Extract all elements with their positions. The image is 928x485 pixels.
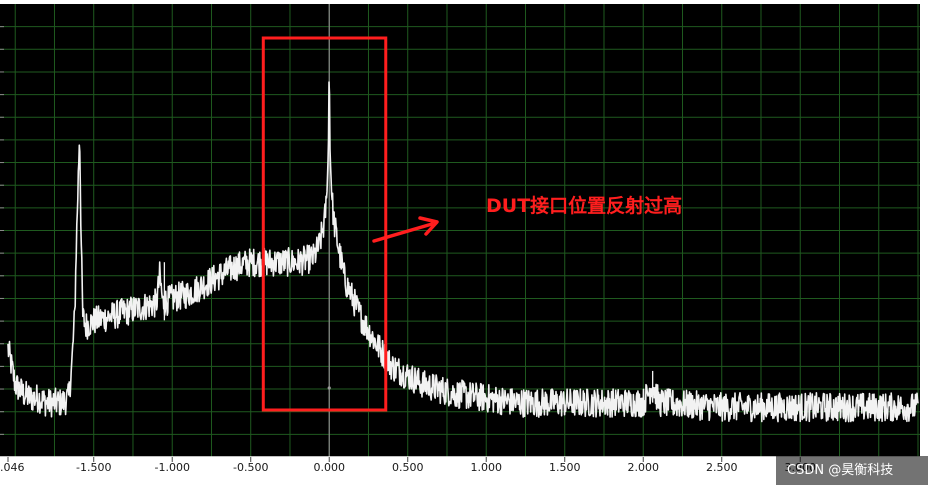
annotation-label: DUT接口位置反射过高 [486, 194, 682, 217]
x-tick-label: 2.000 [627, 461, 659, 474]
x-tick-label: 1.000 [470, 461, 502, 474]
chart-root: DUT接口位置反射过高 .046 -1.500 -1.000 -0.500 0.000 0… [0, 0, 928, 485]
x-tick-label: -1.500 [76, 461, 111, 474]
x-tick-label: -0.500 [233, 461, 268, 474]
x-tick-label: 2.500 [706, 461, 738, 474]
watermark-text: CSDN @昊衡科技 [787, 463, 893, 478]
center-dot [327, 386, 331, 390]
spectrum-chart: DUT接口位置反射过高 .046 -1.500 -1.000 -0.500 0.000 0… [0, 0, 928, 485]
x-tick-label: .046 [0, 461, 25, 474]
x-tick-label: 1.500 [549, 461, 581, 474]
x-tick-label: 0.500 [392, 461, 424, 474]
watermark: CSDN @昊衡科技 [776, 456, 928, 485]
x-tick-label: 0.000 [313, 461, 345, 474]
x-tick-label: -1.000 [154, 461, 189, 474]
